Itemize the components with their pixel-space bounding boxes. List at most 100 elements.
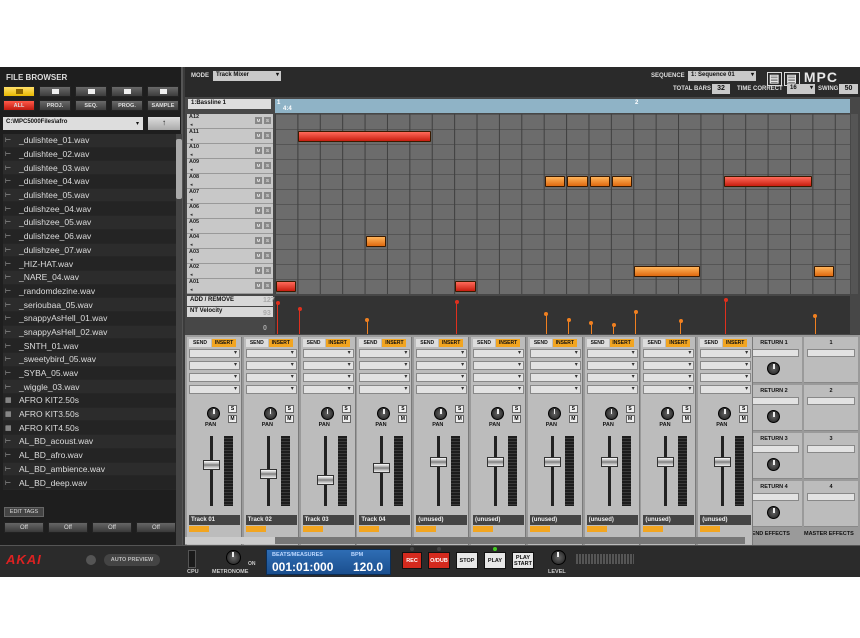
send-tab[interactable]: SEND: [586, 339, 609, 347]
insert-effect-slot[interactable]: [529, 349, 581, 358]
send-tab[interactable]: SEND: [359, 339, 382, 347]
insert-tab[interactable]: INSERT: [212, 339, 236, 347]
filter-all-button[interactable]: ALL: [3, 100, 35, 111]
insert-effect-slot[interactable]: [643, 373, 695, 382]
path-dropdown[interactable]: C:\MPC5000Files\afro: [3, 117, 143, 130]
track-output-tag[interactable]: [245, 526, 266, 532]
insert-effect-slot[interactable]: [302, 373, 354, 382]
master-effect-slot[interactable]: [807, 493, 855, 501]
midi-note[interactable]: [634, 266, 700, 277]
mute-button[interactable]: M: [568, 415, 578, 423]
pad-row[interactable]: A03 ◂ M S: [187, 249, 273, 264]
insert-effect-slot[interactable]: [700, 349, 752, 358]
send-tab[interactable]: SEND: [473, 339, 495, 347]
insert-tab[interactable]: INSERT: [609, 339, 634, 347]
insert-effect-slot[interactable]: [586, 373, 638, 382]
folder-tab-1-button[interactable]: [3, 86, 35, 97]
insert-effect-slot[interactable]: [586, 361, 638, 370]
return-level-knob[interactable]: [767, 410, 780, 423]
file-list-item[interactable]: ⊢ _dulishzee_06.wav: [3, 229, 176, 244]
velocity-stem[interactable]: [635, 312, 637, 334]
insert-effect-slot[interactable]: [473, 373, 524, 382]
speaker-icon[interactable]: ◂: [190, 167, 193, 173]
pad-row[interactable]: A08 ◂ M S: [187, 174, 273, 189]
insert-effect-slot[interactable]: [359, 349, 411, 358]
add-remove-dropdown[interactable]: ADD / REMOVE: [187, 296, 273, 306]
pad-solo-button[interactable]: S: [264, 162, 271, 169]
volume-fader[interactable]: [430, 457, 448, 467]
insert-effect-slot[interactable]: [189, 361, 240, 370]
note-grid[interactable]: [275, 114, 850, 294]
volume-fader[interactable]: [259, 469, 277, 479]
filter-seq-button[interactable]: SEQ.: [75, 100, 107, 111]
midi-note[interactable]: [298, 131, 431, 142]
filter-proj-button[interactable]: PROJ.: [39, 100, 71, 111]
mute-button[interactable]: M: [398, 415, 408, 423]
velocity-stem[interactable]: [456, 301, 458, 334]
pad-mute-button[interactable]: M: [255, 252, 262, 259]
send-tab[interactable]: SEND: [700, 339, 723, 347]
track-output-tag[interactable]: [473, 526, 493, 532]
midi-note[interactable]: [276, 281, 297, 292]
insert-tab[interactable]: INSERT: [382, 339, 407, 347]
speaker-icon[interactable]: ◂: [190, 212, 193, 218]
overdub-button[interactable]: O/DUB: [428, 552, 450, 569]
file-list-item[interactable]: ▦ AFRO KIT3.50s: [3, 407, 176, 422]
pad-mute-button[interactable]: M: [255, 207, 262, 214]
track-output-tag[interactable]: [302, 526, 323, 532]
insert-effect-slot[interactable]: [473, 349, 524, 358]
play-button[interactable]: PLAY: [484, 552, 506, 569]
mute-button[interactable]: M: [625, 415, 635, 423]
file-list-item[interactable]: ⊢ _dulishtee_04.wav: [3, 175, 176, 189]
velocity-stem[interactable]: [299, 308, 301, 334]
insert-effect-slot[interactable]: [359, 361, 411, 370]
file-list-item[interactable]: ⊢ _dulishtee_01.wav: [3, 134, 176, 148]
file-list-scroll-thumb[interactable]: [176, 139, 182, 199]
insert-tab[interactable]: INSERT: [496, 339, 520, 347]
pan-knob[interactable]: [547, 407, 561, 420]
mute-button[interactable]: M: [512, 415, 521, 423]
track-name[interactable]: (unused): [643, 515, 695, 525]
send-tab[interactable]: SEND: [245, 339, 268, 347]
pad-row[interactable]: A07 ◂ M S: [187, 189, 273, 204]
volume-fader[interactable]: [203, 460, 220, 470]
mute-button[interactable]: M: [284, 415, 294, 423]
insert-effect-slot[interactable]: [245, 373, 297, 382]
insert-effect-slot[interactable]: [359, 373, 411, 382]
insert-effect-slot[interactable]: [416, 385, 468, 394]
speaker-icon[interactable]: ◂: [190, 152, 193, 158]
sequence-dropdown[interactable]: 1: Sequence 01: [688, 71, 756, 81]
solo-button[interactable]: S: [568, 405, 578, 413]
insert-effect-slot[interactable]: [245, 385, 297, 394]
insert-effect-slot[interactable]: [643, 385, 695, 394]
tag-filter-1-button[interactable]: Off: [4, 522, 44, 533]
insert-effect-slot[interactable]: [245, 349, 297, 358]
insert-effect-slot[interactable]: [643, 349, 695, 358]
folder-tab-3-button[interactable]: [75, 86, 107, 97]
pad-solo-button[interactable]: S: [264, 207, 271, 214]
speaker-icon[interactable]: ◂: [190, 137, 193, 143]
velocity-stem[interactable]: [814, 316, 816, 334]
volume-fader[interactable]: [487, 457, 504, 467]
file-list-item[interactable]: ⊢ _NARE_04.wav: [3, 270, 176, 285]
track-name[interactable]: (unused): [586, 515, 638, 525]
file-list-item[interactable]: ⊢ _dulishzee_07.wav: [3, 243, 176, 258]
position-readout[interactable]: 001:01:000: [272, 560, 333, 574]
master-effect-slot[interactable]: [807, 445, 855, 453]
pad-solo-button[interactable]: S: [264, 222, 271, 229]
pad-mute-button[interactable]: M: [255, 117, 262, 124]
velocity-stem[interactable]: [568, 319, 570, 334]
mute-button[interactable]: M: [682, 415, 692, 423]
insert-effect-slot[interactable]: [473, 385, 524, 394]
midi-note[interactable]: [567, 176, 588, 187]
grid-vscrollbar[interactable]: [851, 114, 858, 294]
insert-effect-slot[interactable]: [302, 349, 354, 358]
play-start-button[interactable]: PLAY START: [512, 552, 534, 569]
pan-knob[interactable]: [263, 407, 277, 420]
speaker-icon[interactable]: ◂: [190, 182, 193, 188]
speaker-icon[interactable]: ◂: [190, 242, 193, 248]
timeline-ruler[interactable]: 1 4:4 2: [275, 99, 850, 113]
send-tab[interactable]: SEND: [302, 339, 325, 347]
track-output-tag[interactable]: [359, 526, 380, 532]
tag-filter-2-button[interactable]: Off: [48, 522, 88, 533]
